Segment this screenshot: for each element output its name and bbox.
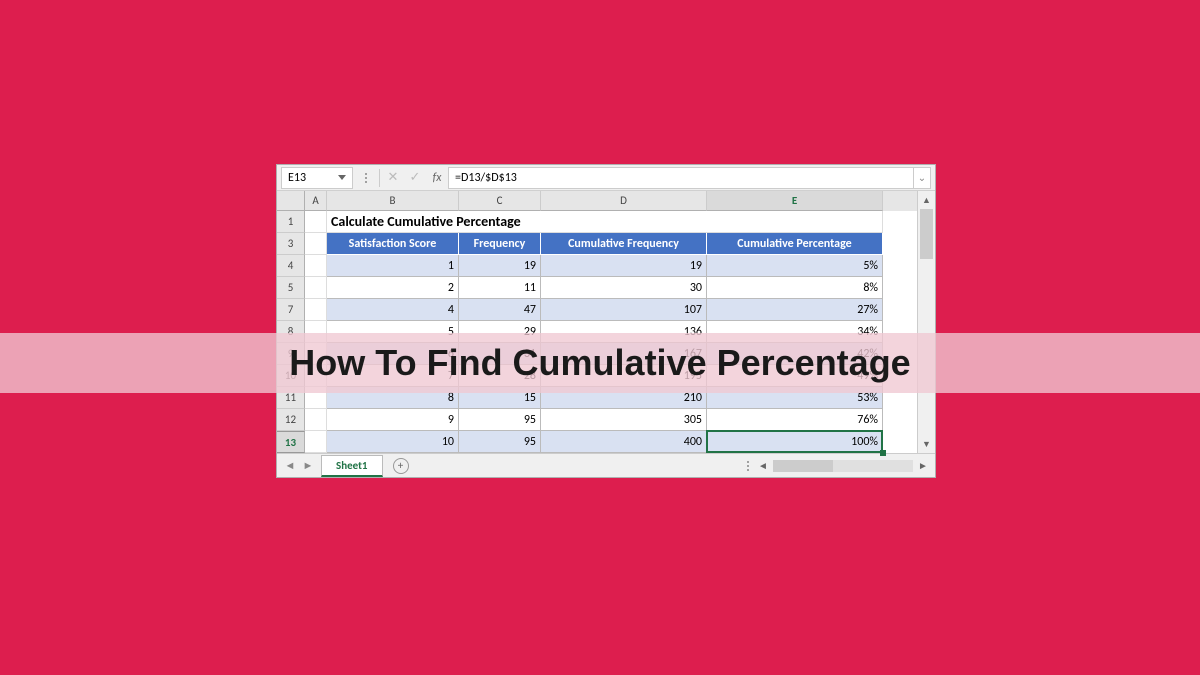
overlay-banner: How To Find Cumulative Percentage <box>0 333 1200 393</box>
row-header-7[interactable]: 7 <box>277 299 305 321</box>
row-header-3[interactable]: 3 <box>277 233 305 255</box>
sheet-tabs: ◄ ► Sheet1 + ◄ ► <box>277 453 935 477</box>
dots-icon <box>355 167 377 189</box>
column-headers: A B C D E <box>305 191 917 211</box>
formula-value: =D13/$D$13 <box>455 171 517 185</box>
sheet-tab[interactable]: Sheet1 <box>321 455 383 477</box>
cell-b[interactable]: 2 <box>327 277 459 299</box>
row-header-1[interactable]: 1 <box>277 211 305 233</box>
row-header-13[interactable]: 13 <box>277 431 305 453</box>
data-row: Calculate Cumulative Percentage <box>305 211 917 233</box>
col-header-c[interactable]: C <box>459 191 541 211</box>
cell[interactable] <box>305 299 327 321</box>
col-header-d[interactable]: D <box>541 191 707 211</box>
cell-c[interactable]: 11 <box>459 277 541 299</box>
cell[interactable] <box>305 233 327 255</box>
x-icon: ✕ <box>388 170 399 185</box>
row-header-5[interactable]: 5 <box>277 277 305 299</box>
cell-d[interactable]: 305 <box>541 409 707 431</box>
excel-window: E13 ✕ ✓ fx =D13/$D$13 ⌄ 1 3 4 5 7 8 9 10… <box>276 164 936 478</box>
plus-icon: + <box>398 459 403 472</box>
row-header-4[interactable]: 4 <box>277 255 305 277</box>
data-row: 44710727% <box>305 299 917 321</box>
cell-d[interactable]: 30 <box>541 277 707 299</box>
cell-b[interactable]: 4 <box>327 299 459 321</box>
data-row: 99530576% <box>305 409 917 431</box>
add-sheet-button[interactable]: + <box>393 458 409 474</box>
data-row: 119195% <box>305 255 917 277</box>
cell-b[interactable]: 10 <box>327 431 459 453</box>
select-all-corner[interactable] <box>277 191 305 211</box>
title-cell[interactable]: Calculate Cumulative Percentage <box>327 211 883 233</box>
check-icon: ✓ <box>410 170 421 185</box>
cell-e[interactable]: 100% <box>707 431 883 453</box>
formula-input[interactable]: =D13/$D$13 <box>448 167 913 189</box>
data-row: Satisfaction Score Frequency Cumulative … <box>305 233 917 255</box>
header-cell-d[interactable]: Cumulative Frequency <box>541 233 707 255</box>
cell-d[interactable]: 400 <box>541 431 707 453</box>
scroll-track[interactable] <box>773 460 913 472</box>
cell-c[interactable]: 95 <box>459 409 541 431</box>
divider <box>379 169 380 187</box>
chevron-down-icon: ⌄ <box>918 171 926 184</box>
scroll-down-icon[interactable]: ▼ <box>918 435 935 453</box>
cell[interactable] <box>305 409 327 431</box>
overlay-title: How To Find Cumulative Percentage <box>289 342 910 384</box>
fx-icon: fx <box>433 171 442 185</box>
header-cell-e[interactable]: Cumulative Percentage <box>707 233 883 255</box>
scroll-thumb[interactable] <box>773 460 833 472</box>
tab-prev-icon[interactable]: ◄ <box>281 459 299 472</box>
cell-b[interactable]: 1 <box>327 255 459 277</box>
cancel-formula-button[interactable]: ✕ <box>382 167 404 189</box>
enter-formula-button[interactable]: ✓ <box>404 167 426 189</box>
insert-function-button[interactable]: fx <box>426 167 448 189</box>
cell[interactable] <box>305 255 327 277</box>
cell-d[interactable]: 19 <box>541 255 707 277</box>
vertical-scrollbar[interactable]: ▲ ▼ <box>917 191 935 453</box>
cell-c[interactable]: 19 <box>459 255 541 277</box>
chevron-down-icon[interactable] <box>338 175 346 180</box>
cell-e[interactable]: 27% <box>707 299 883 321</box>
row-headers: 1 3 4 5 7 8 9 10 11 12 13 <box>277 191 305 453</box>
cell-d[interactable]: 107 <box>541 299 707 321</box>
data-row: 1095400100% <box>305 431 917 453</box>
header-cell-c[interactable]: Frequency <box>459 233 541 255</box>
formula-bar: E13 ✕ ✓ fx =D13/$D$13 ⌄ <box>277 165 935 191</box>
cell-e[interactable]: 8% <box>707 277 883 299</box>
cells-region: A B C D E Calculate Cumulative Percentag… <box>305 191 917 453</box>
tab-next-icon[interactable]: ► <box>299 459 317 472</box>
col-header-b[interactable]: B <box>327 191 459 211</box>
cell[interactable] <box>305 211 327 233</box>
dots-icon <box>747 461 749 471</box>
scroll-track[interactable] <box>918 209 935 435</box>
name-box[interactable]: E13 <box>281 167 353 189</box>
scroll-right-icon[interactable]: ► <box>915 459 931 472</box>
grid-area: 1 3 4 5 7 8 9 10 11 12 13 A B C D E Calc… <box>277 191 935 453</box>
row-header-12[interactable]: 12 <box>277 409 305 431</box>
cell-c[interactable]: 95 <box>459 431 541 453</box>
data-row: 211308% <box>305 277 917 299</box>
cell[interactable] <box>305 277 327 299</box>
cell-b[interactable]: 9 <box>327 409 459 431</box>
col-header-e[interactable]: E <box>707 191 883 211</box>
horizontal-scrollbar[interactable]: ◄ ► <box>747 459 931 472</box>
scroll-left-icon[interactable]: ◄ <box>755 459 771 472</box>
col-header-a[interactable]: A <box>305 191 327 211</box>
scroll-up-icon[interactable]: ▲ <box>918 191 935 209</box>
scroll-thumb[interactable] <box>920 209 933 259</box>
header-cell-b[interactable]: Satisfaction Score <box>327 233 459 255</box>
expand-formula-button[interactable]: ⌄ <box>913 167 931 189</box>
cell[interactable] <box>305 431 327 453</box>
cell-c[interactable]: 47 <box>459 299 541 321</box>
name-box-value: E13 <box>288 171 306 185</box>
fill-handle[interactable] <box>880 450 886 456</box>
cell-e[interactable]: 5% <box>707 255 883 277</box>
cell-e[interactable]: 76% <box>707 409 883 431</box>
